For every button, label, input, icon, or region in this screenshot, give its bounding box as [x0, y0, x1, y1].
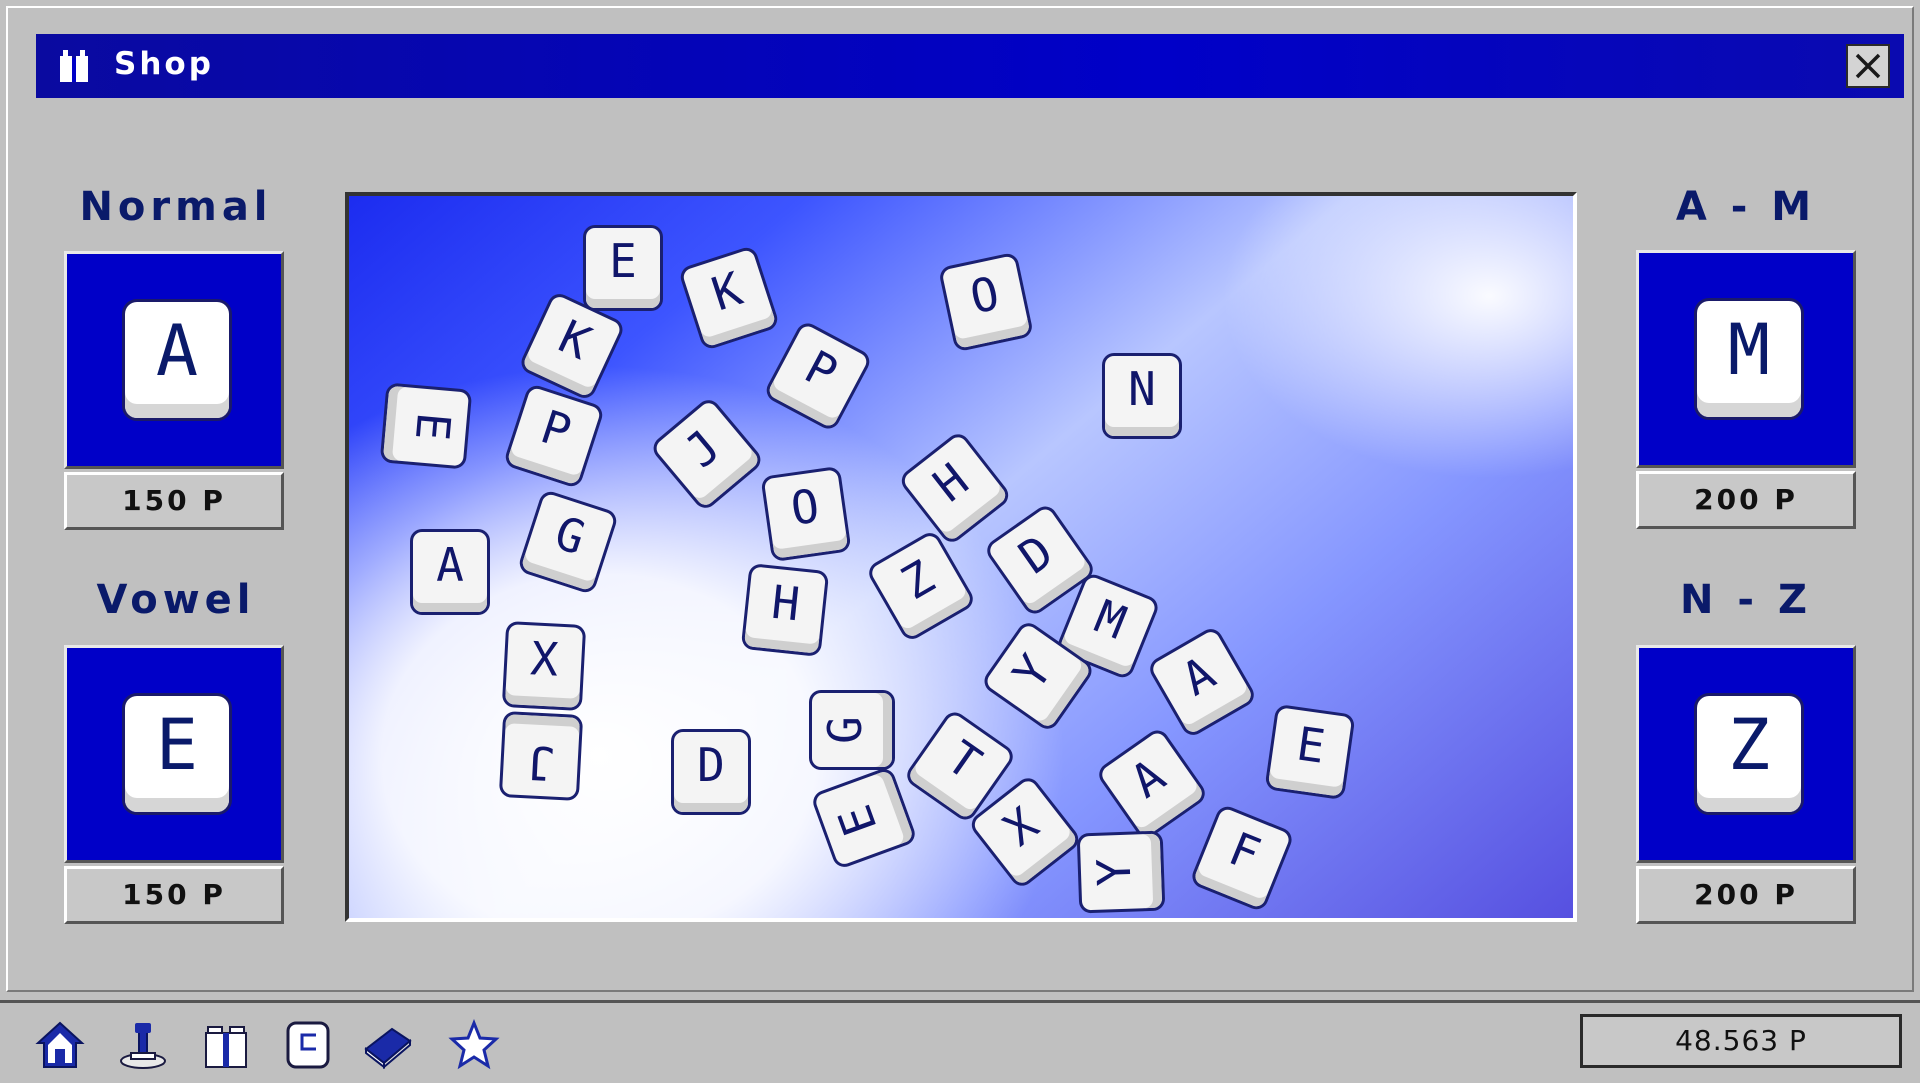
pack-key-normal: A [125, 302, 229, 418]
home-icon[interactable] [34, 1019, 86, 1071]
preview-key: X [504, 624, 584, 708]
gift-icon [60, 50, 88, 82]
preview-key: P [506, 386, 602, 486]
pack-key-vowel: E [125, 696, 229, 812]
pack-tile-n-z[interactable]: Z [1636, 645, 1856, 863]
preview-key: X [971, 777, 1079, 887]
joystick-icon[interactable] [117, 1019, 169, 1071]
preview-key: H [901, 433, 1009, 543]
preview-key: Y [1079, 833, 1163, 911]
preview-key: N [1105, 356, 1179, 436]
pack-title-vowel: Vowel [96, 577, 256, 623]
preview-key: O [941, 255, 1031, 349]
preview-key: K [681, 248, 777, 348]
pack-tile-normal[interactable]: A [64, 251, 284, 469]
pack-tile-a-m[interactable]: M [1636, 250, 1856, 468]
preview-key: D [986, 506, 1094, 614]
preview-key: J [501, 714, 581, 798]
gift-icon[interactable] [200, 1019, 252, 1071]
pack-title-a-m: A - M [1675, 184, 1817, 230]
preview-key: O [763, 469, 849, 559]
pack-price-normal[interactable]: 150 P [64, 472, 284, 530]
preview-area: E K K O P N E P J H O G A D Z H M X Y A … [345, 192, 1577, 922]
preview-key: E [813, 769, 915, 867]
pack-key-a-m: M [1697, 301, 1801, 417]
preview-key: J [652, 399, 762, 509]
points-display: 48.563 P [1580, 1014, 1902, 1068]
pack-key-n-z: Z [1697, 696, 1801, 812]
book-icon[interactable] [362, 1019, 414, 1071]
close-icon [1855, 53, 1881, 79]
preview-key: D [674, 732, 748, 812]
preview-key: F [1192, 807, 1292, 909]
title-bar: Shop [36, 34, 1904, 98]
preview-key: K [521, 294, 623, 398]
preview-key: P [766, 323, 870, 429]
preview-key: Z [868, 532, 974, 640]
preview-key: A [413, 532, 487, 612]
preview-key: H [744, 566, 826, 654]
pack-title-normal: Normal [79, 184, 273, 230]
pack-title-n-z: N - Z [1680, 577, 1812, 623]
preview-key: G [520, 492, 616, 592]
close-button[interactable] [1846, 44, 1890, 88]
preview-key: E [586, 228, 660, 308]
star-icon[interactable] [448, 1019, 500, 1071]
preview-key: E [382, 385, 470, 467]
preview-key: A [1098, 730, 1206, 838]
preview-key: G [812, 693, 892, 767]
c-key-icon[interactable] [282, 1019, 334, 1071]
preview-key: E [1267, 707, 1353, 797]
pack-tile-vowel[interactable]: E [64, 645, 284, 863]
pack-price-vowel[interactable]: 150 P [64, 866, 284, 924]
pack-price-a-m[interactable]: 200 P [1636, 471, 1856, 529]
pack-price-n-z[interactable]: 200 P [1636, 866, 1856, 924]
preview-key: A [1149, 628, 1255, 736]
window-title: Shop [114, 46, 214, 82]
